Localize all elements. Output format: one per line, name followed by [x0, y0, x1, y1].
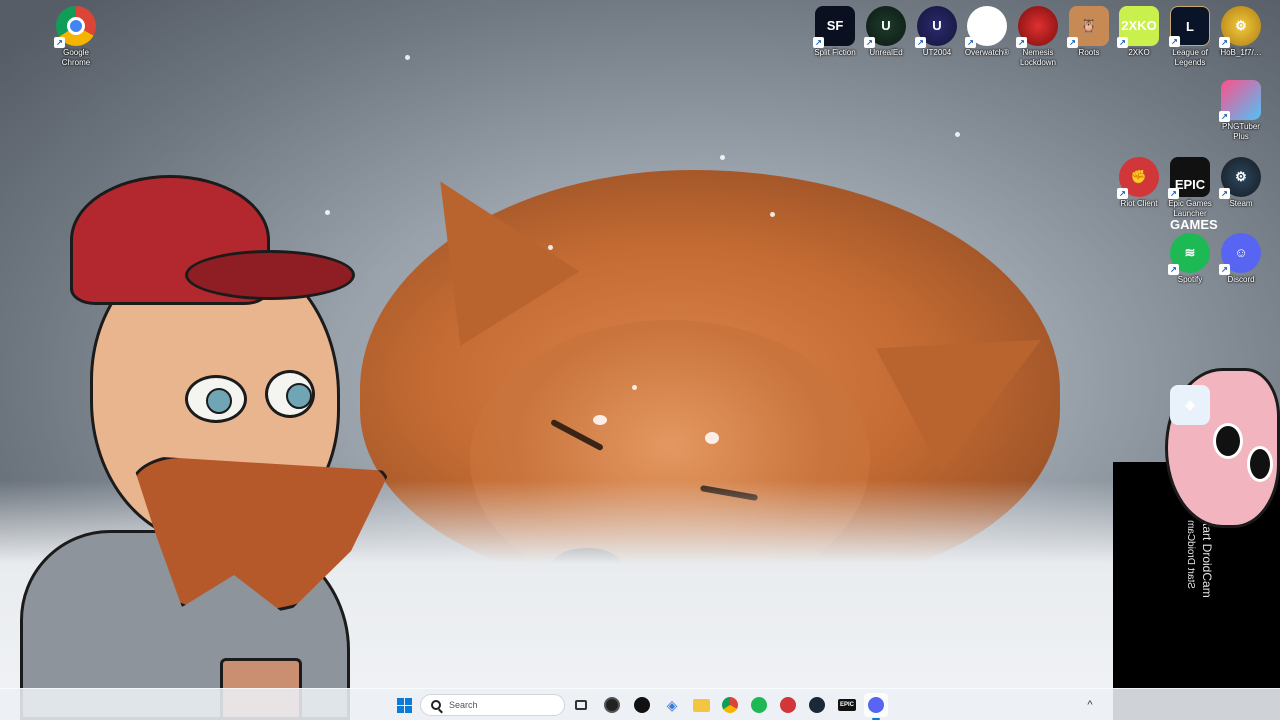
taskbar-task-view[interactable] — [569, 693, 593, 717]
2xko-icon: 2XKO — [1117, 6, 1159, 48]
epic-games-icon: EPIC GAMES — [1168, 157, 1218, 232]
windows-logo-icon — [396, 697, 412, 713]
desktop-icon-droidcam[interactable]: ◈ — [1165, 385, 1215, 427]
pig-eye-left — [1213, 423, 1243, 459]
avatar-eye-right — [265, 370, 315, 418]
desktop-icon-steam[interactable]: ⚙ Steam — [1216, 157, 1266, 209]
desktop-icon-split-fiction[interactable]: SF Split Fiction — [810, 6, 860, 58]
desktop-icon-hob[interactable]: ⚙ HoB_1f7/… — [1216, 6, 1266, 58]
snowflake — [632, 385, 637, 390]
taskbar-steam[interactable] — [805, 693, 829, 717]
desktop-icon-label: Discord — [1227, 275, 1255, 284]
desktop-icon-discord[interactable]: ☺ Discord — [1216, 233, 1266, 285]
pngtuber-icon — [1219, 80, 1261, 122]
chrome-icon — [54, 6, 96, 48]
desktop-icon-label: PNGTuber Plus — [1222, 122, 1260, 141]
desktop-icon-label: 2XKO — [1128, 48, 1150, 57]
league-icon: L — [1169, 6, 1210, 47]
taskbar-spotify[interactable] — [747, 693, 771, 717]
taskbar: ◈ EPIC ^ — [0, 688, 1280, 720]
desktop-icon-pngtuber-plus[interactable]: PNGTuber Plus — [1216, 80, 1266, 142]
search-icon — [431, 700, 441, 710]
snowflake — [548, 245, 553, 250]
desktop-icon-label: HoB_1f7/… — [1220, 48, 1262, 57]
overwatch-icon: ◎ — [965, 6, 1007, 48]
riot-icon: ✊ — [1117, 157, 1159, 199]
desktop-icon-label: League of Legends — [1172, 48, 1208, 67]
desktop-icon-label: UT2004 — [922, 48, 952, 57]
desktop-icon-2xko[interactable]: 2XKO 2XKO — [1114, 6, 1164, 58]
obs-icon — [604, 697, 620, 713]
taskbar-epic-games[interactable]: EPIC — [835, 693, 859, 717]
desktop-icon-epic-games-launcher[interactable]: EPIC GAMES Epic Games Launcher — [1165, 157, 1218, 232]
discord-icon: ☺ — [1219, 233, 1261, 275]
roots-icon: 🦉 — [1067, 6, 1109, 48]
spotify-taskbar-icon — [751, 697, 767, 713]
tray-overflow-button[interactable]: ^ — [1080, 693, 1100, 717]
desktop-icon-label: Google Chrome — [61, 48, 91, 67]
taskbar-search[interactable] — [420, 694, 565, 716]
search-input[interactable] — [449, 700, 549, 710]
desktop-icon-ut2004[interactable]: U UT2004 — [912, 6, 962, 58]
app-dark-icon — [634, 697, 650, 713]
desktop-icon-label: Split Fiction — [814, 48, 856, 57]
desktop-icon-label: Riot Client — [1120, 199, 1158, 208]
taskbar-discord[interactable] — [864, 693, 888, 720]
desktop-icon-unrealed[interactable]: U UnrealEd — [861, 6, 911, 58]
steam-taskbar-icon — [809, 697, 825, 713]
steam-icon: ⚙ — [1219, 157, 1261, 199]
discord-taskbar-icon — [868, 697, 884, 713]
snowflake — [405, 55, 410, 60]
taskbar-droidcam[interactable]: ◈ — [660, 693, 684, 717]
desktop-icon-roots[interactable]: 🦉 Roots — [1064, 6, 1114, 58]
taskbar-file-explorer[interactable] — [689, 693, 713, 717]
streamer-avatar-overlay — [20, 175, 420, 720]
desktop-icon-league-of-legends[interactable]: L League of Legends — [1165, 6, 1215, 68]
nemesis-icon — [1016, 6, 1058, 48]
riot-taskbar-icon — [780, 697, 796, 713]
avatar-hat-brim — [185, 250, 355, 300]
snowflake — [593, 415, 607, 425]
desktop-icon-overwatch[interactable]: ◎ Overwatch® — [962, 6, 1012, 58]
chevron-up-icon: ^ — [1087, 699, 1093, 711]
snowflake — [705, 432, 719, 444]
chrome-taskbar-icon — [722, 697, 738, 713]
desktop-icon-label: Overwatch® — [964, 48, 1010, 57]
taskbar-app-dark[interactable] — [630, 693, 654, 717]
pig-eye-right — [1247, 446, 1273, 482]
epic-taskbar-icon: EPIC — [837, 699, 856, 711]
desktop-icon-label: Spotify — [1177, 275, 1203, 284]
taskbar-chrome[interactable] — [718, 693, 742, 717]
taskbar-riot-client[interactable] — [776, 693, 800, 717]
avatar-eye-left — [185, 375, 247, 423]
desktop-icon-label: Roots — [1078, 48, 1100, 57]
desktop-icon-label: Nemesis Lockdown — [1019, 48, 1057, 67]
desktop-icon-label: Steam — [1229, 199, 1253, 208]
hob-icon: ⚙ — [1219, 6, 1261, 48]
desktop-icon-riot-client[interactable]: ✊ Riot Client — [1114, 157, 1164, 209]
droidcam-icon: ◈ — [1170, 385, 1210, 425]
taskbar-obs[interactable] — [600, 693, 624, 717]
ut2004-icon: U — [915, 6, 957, 48]
snowflake — [955, 132, 960, 137]
task-view-icon — [575, 700, 587, 710]
folder-icon — [692, 698, 710, 712]
spotify-icon: ≋ — [1168, 233, 1210, 275]
split-fiction-icon: SF — [813, 6, 855, 48]
snowflake — [720, 155, 725, 160]
start-button[interactable] — [392, 693, 416, 717]
desktop-icon-spotify[interactable]: ≋ Spotify — [1165, 233, 1215, 285]
desktop-icon-google-chrome[interactable]: Google Chrome — [51, 6, 101, 68]
snowflake — [770, 212, 775, 217]
desktop-icon-nemesis-lockdown[interactable]: Nemesis Lockdown — [1013, 6, 1063, 68]
desktop-icon-label: UnrealEd — [869, 48, 903, 57]
droidcam-taskbar-icon: ◈ — [666, 696, 678, 713]
unreal-icon: U — [864, 6, 906, 48]
